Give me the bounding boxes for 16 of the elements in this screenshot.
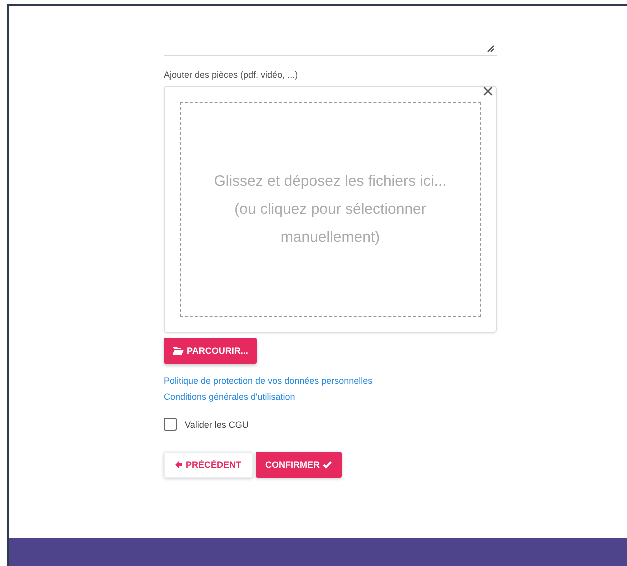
checkbox[interactable] xyxy=(164,418,177,431)
checkbox-label: Valider les CGU xyxy=(185,420,249,430)
drop-hint: Glissez et déposez les fichiers ici... xyxy=(214,172,447,192)
checkmark-icon xyxy=(323,461,332,469)
drop-hint: manuellement) xyxy=(280,228,380,248)
field-label: Ajouter des pièces (pdf, vidéo, ...) xyxy=(164,70,300,80)
drop-zone[interactable]: × Glissez et déposez les fichiers ici... (ou cliquez pour sélectionner manuellement) xyxy=(164,86,497,333)
browse-button[interactable]: PARCOURIR... xyxy=(164,338,258,364)
link[interactable]: Politique de protection de vos données personnelles xyxy=(164,376,497,386)
confirm-button[interactable]: CONFIRMER xyxy=(256,452,342,478)
resize-handle-icon[interactable] xyxy=(487,45,495,53)
drop-hint: (ou cliquez pour sélectionner xyxy=(234,200,426,220)
folder-icon xyxy=(173,347,184,355)
arrow-left-icon xyxy=(175,461,183,469)
back-button[interactable]: PRÉCÉDENT xyxy=(164,452,253,478)
link[interactable]: Conditions générales d'utilisation xyxy=(164,392,497,402)
